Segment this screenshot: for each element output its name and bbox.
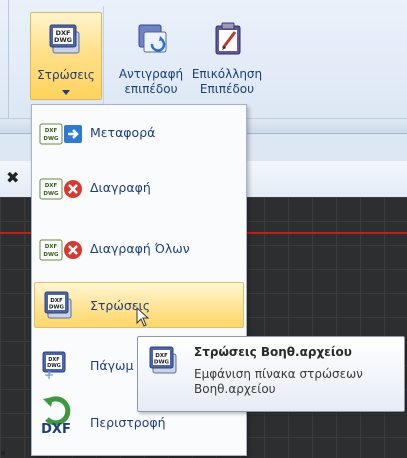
svg-text:DWG: DWG (47, 363, 61, 369)
copy-layer-label-line1: Αντιγραφή (118, 67, 184, 81)
close-icon[interactable]: ✖ (6, 168, 26, 188)
dxf-dwg-freeze-icon: DXF DWG (41, 350, 69, 380)
paste-layer-label-line2: Επιπέδου (199, 82, 255, 96)
menu-item-move[interactable]: DXF DWG Μεταφορά (33, 113, 243, 153)
svg-text:DXF: DXF (41, 422, 71, 435)
dxf-dwg-layers-icon: DXF DWG (43, 290, 73, 320)
svg-text:DWG: DWG (43, 252, 59, 258)
svg-text:DWG: DWG (49, 305, 65, 311)
menu-item-delete[interactable]: DXF DWG Διαγραφή (33, 168, 243, 208)
tooltip-description-line2: Βοηθ.αρχείου (194, 382, 276, 396)
canvas-marker (1, 451, 5, 455)
layers-ribbon-label: Στρώσεις (37, 68, 95, 82)
svg-text:DWG: DWG (43, 191, 59, 197)
paste-layer-button[interactable]: Επικόλληση Επιπέδου (188, 12, 266, 98)
dxf-dwg-layers-icon: DXF DWG (148, 345, 178, 375)
paste-layer-icon (211, 20, 245, 56)
tooltip-title: Στρώσεις Βοηθ.αρχείου (194, 345, 352, 359)
copy-layer-label-line2: επιπέδου (124, 82, 178, 96)
svg-text:DWG: DWG (43, 136, 59, 142)
layers-ribbon-button[interactable]: DXF DWG Στρώσεις (30, 12, 102, 100)
mouse-cursor-icon (136, 306, 150, 327)
svg-text:DWG: DWG (154, 360, 170, 366)
copy-layer-icon (136, 22, 170, 56)
svg-text:DXF: DXF (45, 183, 58, 189)
dxf-dwg-delete-all-icon: DXF DWG (39, 239, 87, 261)
svg-text:DXF: DXF (155, 353, 168, 359)
svg-text:DWG: DWG (54, 36, 72, 44)
copy-layer-button[interactable]: Αντιγραφή επιπέδου (116, 12, 186, 98)
menu-item-label: Περιστροφή (90, 415, 166, 430)
menu-item-label: Διαγραφή (90, 180, 151, 195)
tooltip: DXF DWG Στρώσεις Βοηθ.αρχείου Εμφάνιση π… (137, 336, 405, 412)
svg-text:DXF: DXF (45, 244, 58, 250)
paste-layer-label-line1: Επικόλληση (191, 67, 263, 81)
chevron-down-icon (62, 85, 70, 95)
menu-item-label: Μεταφορά (90, 125, 156, 140)
dxf-rotate-icon: DXF (39, 395, 75, 437)
dxf-dwg-layers-icon: DXF DWG (48, 21, 82, 55)
menu-item-delete-all[interactable]: DXF DWG Διαγραφή Όλων (33, 229, 243, 269)
ribbon-group-divider (103, 6, 104, 118)
menu-item-label: Πάγωμ (90, 358, 134, 373)
svg-text:DXF: DXF (50, 298, 63, 304)
dxf-dwg-delete-icon: DXF DWG (39, 178, 87, 200)
dxf-dwg-move-icon: DXF DWG (39, 123, 87, 145)
ribbon-group-divider (8, 0, 9, 118)
menu-item-layers[interactable]: DXF DWG Στρώσεις (34, 282, 244, 328)
svg-text:DXF: DXF (45, 128, 58, 134)
tooltip-description-line1: Εμφάνιση πίνακα στρώσεων (194, 367, 363, 381)
menu-item-label: Διαγραφή Όλων (90, 241, 190, 256)
